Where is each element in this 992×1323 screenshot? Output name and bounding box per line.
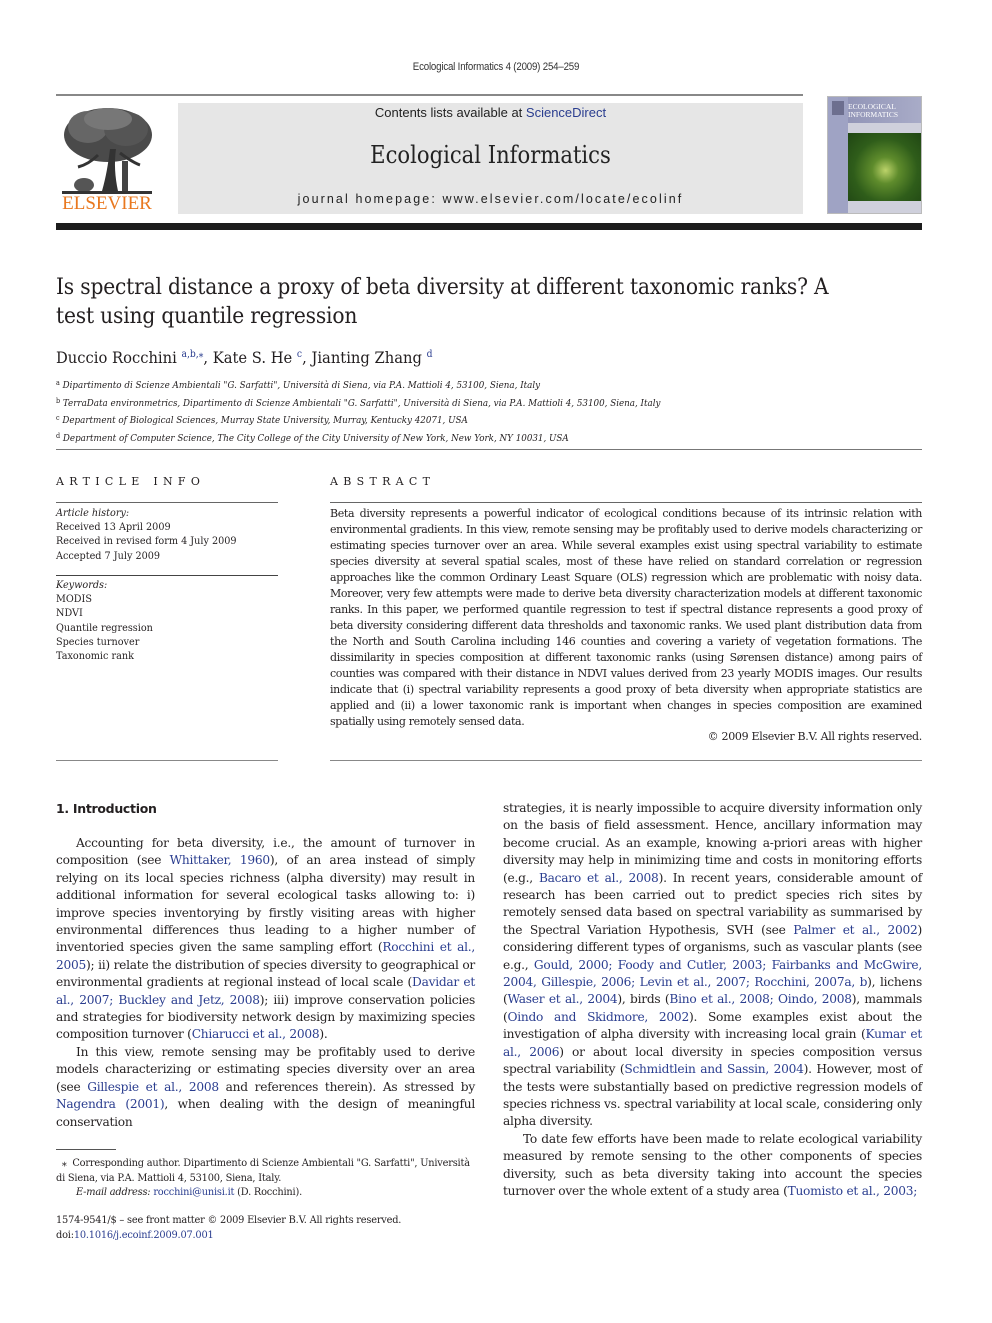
- abstract-copyright: © 2009 Elsevier B.V. All rights reserved…: [707, 730, 923, 743]
- affiliation: d Department of Computer Science, The Cit…: [56, 429, 810, 447]
- affiliation-text: Department of Biological Sciences, Murra…: [62, 415, 468, 426]
- corresponding-author-footnote: ⁎ Corresponding author. Dipartimento di …: [56, 1157, 475, 1201]
- article-info-bottom-rule: [56, 760, 278, 761]
- cover-title-line2: INFORMATICS: [848, 110, 899, 119]
- affiliation-list: a Dipartimento di Scienze Ambientali "G. …: [56, 376, 810, 446]
- article-title: Is spectral distance a proxy of beta div…: [56, 275, 829, 329]
- citation-link[interactable]: Whittaker, 1960: [170, 853, 271, 867]
- tree-icon: [62, 108, 152, 194]
- keyword: Quantile regression: [56, 621, 153, 634]
- author-affiliation-marker[interactable]: d: [427, 349, 433, 360]
- body-paragraph: strategies, it is nearly impossible to a…: [503, 801, 923, 1129]
- body-paragraph: Accounting for beta diversity, i.e., the…: [56, 836, 475, 1042]
- affiliation-key: c: [56, 414, 60, 422]
- author-separator: ,: [302, 348, 312, 367]
- affiliation-text: Department of Computer Science, The City…: [62, 432, 569, 444]
- history-accepted: Accepted 7 July 2009: [56, 549, 161, 562]
- cover-publisher-icon: [832, 101, 844, 115]
- keyword: Taxonomic rank: [56, 650, 134, 663]
- affiliation: a Dipartimento di Scienze Ambientali "G. …: [56, 376, 810, 394]
- keyword: MODIS: [56, 593, 92, 606]
- doi-prefix: doi:: [56, 1229, 74, 1241]
- email-line: E-mail address: rocchini@unisi.it (D. Ro…: [56, 1186, 475, 1201]
- keywords-rule: [56, 575, 278, 576]
- corresponding-text: Corresponding author. Dipartimento di Sc…: [56, 1158, 470, 1184]
- abstract-rule: [330, 502, 922, 503]
- affiliation-rule: [56, 449, 922, 450]
- publisher-name: ELSEVIER: [62, 193, 152, 214]
- introduction-heading: 1. Introduction: [56, 801, 157, 816]
- corresponding-author-note: ⁎ Corresponding author. Dipartimento di …: [56, 1157, 475, 1186]
- citation-link[interactable]: Chiarucci et al., 2008: [192, 1027, 320, 1041]
- abstract-text: Beta diversity represents a powerful ind…: [330, 507, 922, 728]
- issn-line: 1574-9541/$ – see front matter © 2009 El…: [56, 1215, 402, 1226]
- author-list: Duccio Rocchini a,b,⁎, Kate S. He c, Jia…: [56, 344, 700, 369]
- article-info-heading: ARTICLE INFO: [56, 475, 206, 488]
- affiliation: c Department of Biological Sciences, Murr…: [56, 411, 810, 429]
- doi-link[interactable]: 10.1016/j.ecoinf.2009.07.001: [74, 1230, 214, 1241]
- author-name: Duccio Rocchini: [56, 348, 182, 367]
- article-history: Article history: Received 13 April 2009 …: [56, 506, 277, 563]
- affiliation-text: Dipartimento di Scienze Ambientali "G. S…: [62, 380, 541, 391]
- running-head: Ecological Informatics 4 (2009) 254–259: [412, 61, 580, 73]
- body-column-right: strategies, it is nearly impossible to a…: [503, 800, 922, 1200]
- footnote-star: ⁎: [61, 1158, 67, 1169]
- affiliation-key: d: [56, 431, 61, 440]
- abstract-heading: ABSTRACT: [330, 475, 436, 488]
- contents-line: Contents lists available at ScienceDirec…: [178, 105, 803, 120]
- citation-link[interactable]: Gillespie et al., 2008: [87, 1080, 219, 1094]
- email-link[interactable]: rocchini@unisi.it: [153, 1187, 234, 1198]
- cover-photo: [848, 133, 921, 201]
- history-revised: Received in revised form 4 July 2009: [56, 535, 237, 548]
- contents-prefix: Contents lists available at: [374, 105, 526, 120]
- body-paragraph: In this view, remote sensing may be prof…: [56, 1044, 475, 1129]
- author-separator: ,: [203, 348, 213, 367]
- body-paragraph: To date few efforts have been made to re…: [503, 1131, 922, 1198]
- citation-link[interactable]: Oindo and Skidmore, 2002: [508, 1010, 690, 1024]
- author-name: Kate S. He: [212, 348, 297, 367]
- cover-title: ECOLOGICAL INFORMATICS: [848, 103, 898, 119]
- body-column-left: Accounting for beta diversity, i.e., the…: [56, 835, 475, 1131]
- masthead-thick-rule: [56, 223, 922, 230]
- citation-link[interactable]: Waser et al., 2004: [508, 992, 618, 1006]
- citation-link[interactable]: Schmidtlein and Sassin, 2004: [624, 1062, 804, 1076]
- citation-link[interactable]: Bino et al., 2008; Oindo, 2008: [669, 992, 852, 1006]
- affiliation-key: a: [56, 379, 60, 387]
- citation-link[interactable]: Rocchini et al., 2005: [56, 940, 475, 971]
- keyword: Species turnover: [56, 635, 140, 648]
- keywords-label: Keywords:: [56, 579, 108, 591]
- email-suffix: (D. Rocchini).: [234, 1187, 302, 1198]
- citation-link[interactable]: Davidar et al., 2007; Buckley and Jetz, …: [56, 975, 475, 1006]
- affiliation: b TerraData environmetrics, Dipartimento …: [56, 394, 810, 412]
- header-rule: [56, 94, 803, 96]
- footnote-rule: [56, 1149, 116, 1150]
- elsevier-logo[interactable]: ELSEVIER: [56, 103, 158, 215]
- sciencedirect-link[interactable]: ScienceDirect: [526, 105, 606, 120]
- email-label: E-mail address:: [76, 1187, 151, 1198]
- front-matter: 1574-9541/$ – see front matter © 2009 El…: [56, 1214, 475, 1243]
- keyword: NDVI: [56, 607, 83, 620]
- author-name: Jianting Zhang: [311, 348, 427, 367]
- journal-homepage-link[interactable]: journal homepage: www.elsevier.com/locat…: [178, 192, 803, 206]
- affiliation-text: TerraData environmetrics, Dipartimento d…: [62, 397, 661, 409]
- citation-link[interactable]: Bacaro et al., 2008: [539, 871, 659, 885]
- abstract-bottom-rule: [330, 760, 922, 761]
- journal-masthead: Contents lists available at ScienceDirec…: [178, 103, 803, 214]
- citation-link[interactable]: Palmer et al., 2002: [793, 923, 918, 937]
- article-info-rule: [56, 502, 278, 503]
- journal-cover-image[interactable]: ECOLOGICAL INFORMATICS: [827, 96, 922, 214]
- history-label: Article history:: [56, 507, 130, 519]
- citation-link[interactable]: Nagendra (2001): [56, 1097, 165, 1111]
- affiliation-key: b: [56, 396, 61, 405]
- history-received: Received 13 April 2009: [56, 521, 171, 534]
- citation-link[interactable]: Kumar et al., 2006: [503, 1027, 922, 1058]
- citation-link[interactable]: Tuomisto et al., 2003;: [788, 1184, 918, 1198]
- author-affiliation-marker[interactable]: a,b,⁎: [182, 349, 204, 360]
- doi-line: doi:10.1016/j.ecoinf.2009.07.001: [56, 1229, 475, 1244]
- keywords: Keywords: MODIS NDVI Quantile regression…: [56, 578, 277, 663]
- citation-link[interactable]: Gould, 2000; Foody and Cutler, 2003; Fai…: [503, 958, 922, 989]
- journal-title: Ecological Informatics: [370, 141, 611, 169]
